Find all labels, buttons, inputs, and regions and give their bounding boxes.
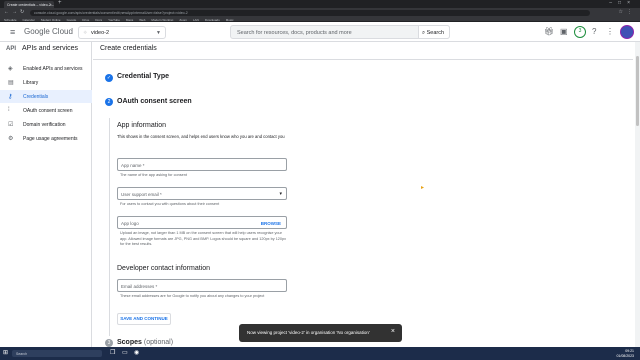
consent-icon: ⁞ [8,107,10,113]
search-placeholder: Search for resources, docs, products and… [237,30,352,36]
sidebar-item-label: Enabled APIs and services [23,66,83,72]
email-addresses-field[interactable]: Email addresses * [117,279,287,292]
sidebar-item-label: Domain verification [23,122,66,128]
system-tray[interactable]: 09:21 01/08/2023 [616,349,634,358]
sidebar-item-library[interactable]: ▤ Library [0,76,92,89]
browser-menu-icons[interactable]: ☆⋮ [619,9,636,15]
checkbox-icon: ☑ [8,122,14,128]
task-view-icon[interactable]: ❐ [110,349,115,356]
support-email-label: User support email * [121,191,162,197]
sidebar-title: API APIs and services [6,45,78,52]
step-3-optional: (optional) [143,339,174,346]
library-icon: ▤ [8,80,14,86]
email-addresses-hint: These email addresses are for Google to … [120,294,265,298]
project-name: video-2 [91,30,110,36]
sidebar-title-label: APIs and services [22,45,79,52]
app-logo-label: App logo [121,220,139,226]
save-and-continue-button[interactable]: SAVE AND CONTINUE [117,313,171,325]
chevron-down-icon: ▼ [156,30,161,36]
url-input[interactable]: console.cloud.google.com/apis/credential… [30,9,590,16]
sidebar-item-label: Page usage agreements [23,136,78,142]
sidebar-item-label: OAuth consent screen [23,108,73,114]
new-tab-icon[interactable]: + [58,0,62,6]
scrollbar-thumb[interactable] [636,56,639,126]
app-name-hint: The name of the app asking for consent [120,173,187,177]
browser-tab[interactable]: Create credentials – video-2 – × [4,1,54,8]
window-controls[interactable]: –□× [609,0,636,6]
sidebar-item-oauth-consent[interactable]: ⁞ OAuth consent screen [0,104,92,117]
close-icon[interactable]: × [391,328,395,335]
scrollbar[interactable] [635,42,640,347]
notification-badge[interactable]: 3 [574,26,586,38]
taskbar-search-placeholder: Search [16,351,28,356]
address-bar: ← → ↻ console.cloud.google.com/apis/cred… [0,8,640,17]
search-button-label: Search [426,29,445,36]
sidebar: API APIs and services ◈ Enabled APIs and … [0,42,92,347]
browser-tab-bar: Create credentials – video-2 – × + –□× [0,0,640,8]
sidebar-item-credentials[interactable]: ⚷ Credentials [0,90,92,103]
app-logo-field[interactable]: App logo BROWSE [117,216,287,229]
google-cloud-logo[interactable]: Google Cloud [24,27,73,36]
taskbar-search-input[interactable]: Search [12,350,102,357]
support-email-hint: For users to contact you with questions … [120,202,220,206]
search-input[interactable]: Search for resources, docs, products and… [230,25,450,39]
project-selector[interactable]: ⁘ video-2 ▼ [78,26,166,39]
search-icon: ⌕ [422,29,426,36]
step-2-title: OAuth consent screen [117,98,192,105]
api-logo: API [6,46,17,52]
forward-icon[interactable]: → [12,9,17,15]
app-name-field[interactable]: App name * [117,158,287,171]
cloud-shell-icon[interactable]: ▣ [560,27,568,36]
hamburger-menu-icon[interactable]: ≡ [10,27,15,37]
browse-button[interactable]: BROWSE [261,221,281,226]
app-info-heading: App information [117,122,167,129]
main-content: Create credentials ✓ Credential Type 2 O… [93,42,633,347]
reload-icon[interactable]: ↻ [20,9,24,15]
app-info-description: This shows in the consent screen, and he… [117,134,285,139]
email-addresses-label: Email addresses * [121,283,158,289]
step-2-number: 2 [105,98,113,106]
chrome-icon[interactable]: ◉ [134,349,139,356]
sidebar-item-label: Library [23,80,39,86]
snackbar-message: Now viewing project 'video-2' in organis… [247,330,370,335]
snackbar: Now viewing project 'video-2' in organis… [239,324,402,342]
explorer-icon[interactable]: ▭ [122,349,128,356]
page-title: Create credentials [100,45,157,52]
taskbar: ⊞ Search ❐ ▭ ◉ 09:21 01/08/2023 [0,347,640,360]
settings-icon: ⚙ [8,136,14,142]
support-email-select[interactable]: User support email * ▾ [117,187,287,200]
grid-icon: ◈ [8,66,13,72]
windows-start-icon[interactable]: ⊞ [3,349,8,356]
tab-close-icon[interactable]: × [50,2,52,7]
sidebar-item-label: Credentials [23,94,49,100]
divider [93,59,633,60]
console-header: ≡ Google Cloud ⁘ video-2 ▼ Search for re… [0,22,640,42]
tab-title: Create credentials – video-2 – [7,3,54,7]
search-button[interactable]: ⌕ Search [418,25,450,39]
key-icon: ⚷ [8,94,13,100]
project-icon: ⁘ [83,30,88,36]
step-3-title: Scopes (optional) [117,339,173,346]
chevron-down-icon: ▾ [279,191,282,197]
sidebar-item-page-usage[interactable]: ⚙ Page usage agreements [0,132,92,145]
back-icon[interactable]: ← [4,9,9,15]
app-logo-hint: Upload an image, not larger than 1 MB on… [120,231,287,246]
sidebar-item-domain-verification[interactable]: ☑ Domain verification [0,118,92,131]
sidebar-item-enabled-apis[interactable]: ◈ Enabled APIs and services [0,62,92,75]
gift-icon[interactable]: 🎁︎ [544,27,554,36]
app-name-label: App name * [121,162,145,168]
stepper-line [108,118,110,336]
step-3-label: Scopes [117,339,142,346]
step-3-number: 3 [105,339,113,347]
more-vert-icon[interactable]: ⋮ [606,27,614,36]
avatar[interactable] [620,25,634,39]
step-1-check-icon: ✓ [105,74,113,82]
developer-contact-heading: Developer contact information [117,265,210,272]
help-icon[interactable]: ? [592,27,596,36]
step-1-title[interactable]: Credential Type [117,73,169,80]
mouse-cursor-icon: ▸ [421,185,425,191]
clock-date: 01/08/2023 [616,353,634,358]
